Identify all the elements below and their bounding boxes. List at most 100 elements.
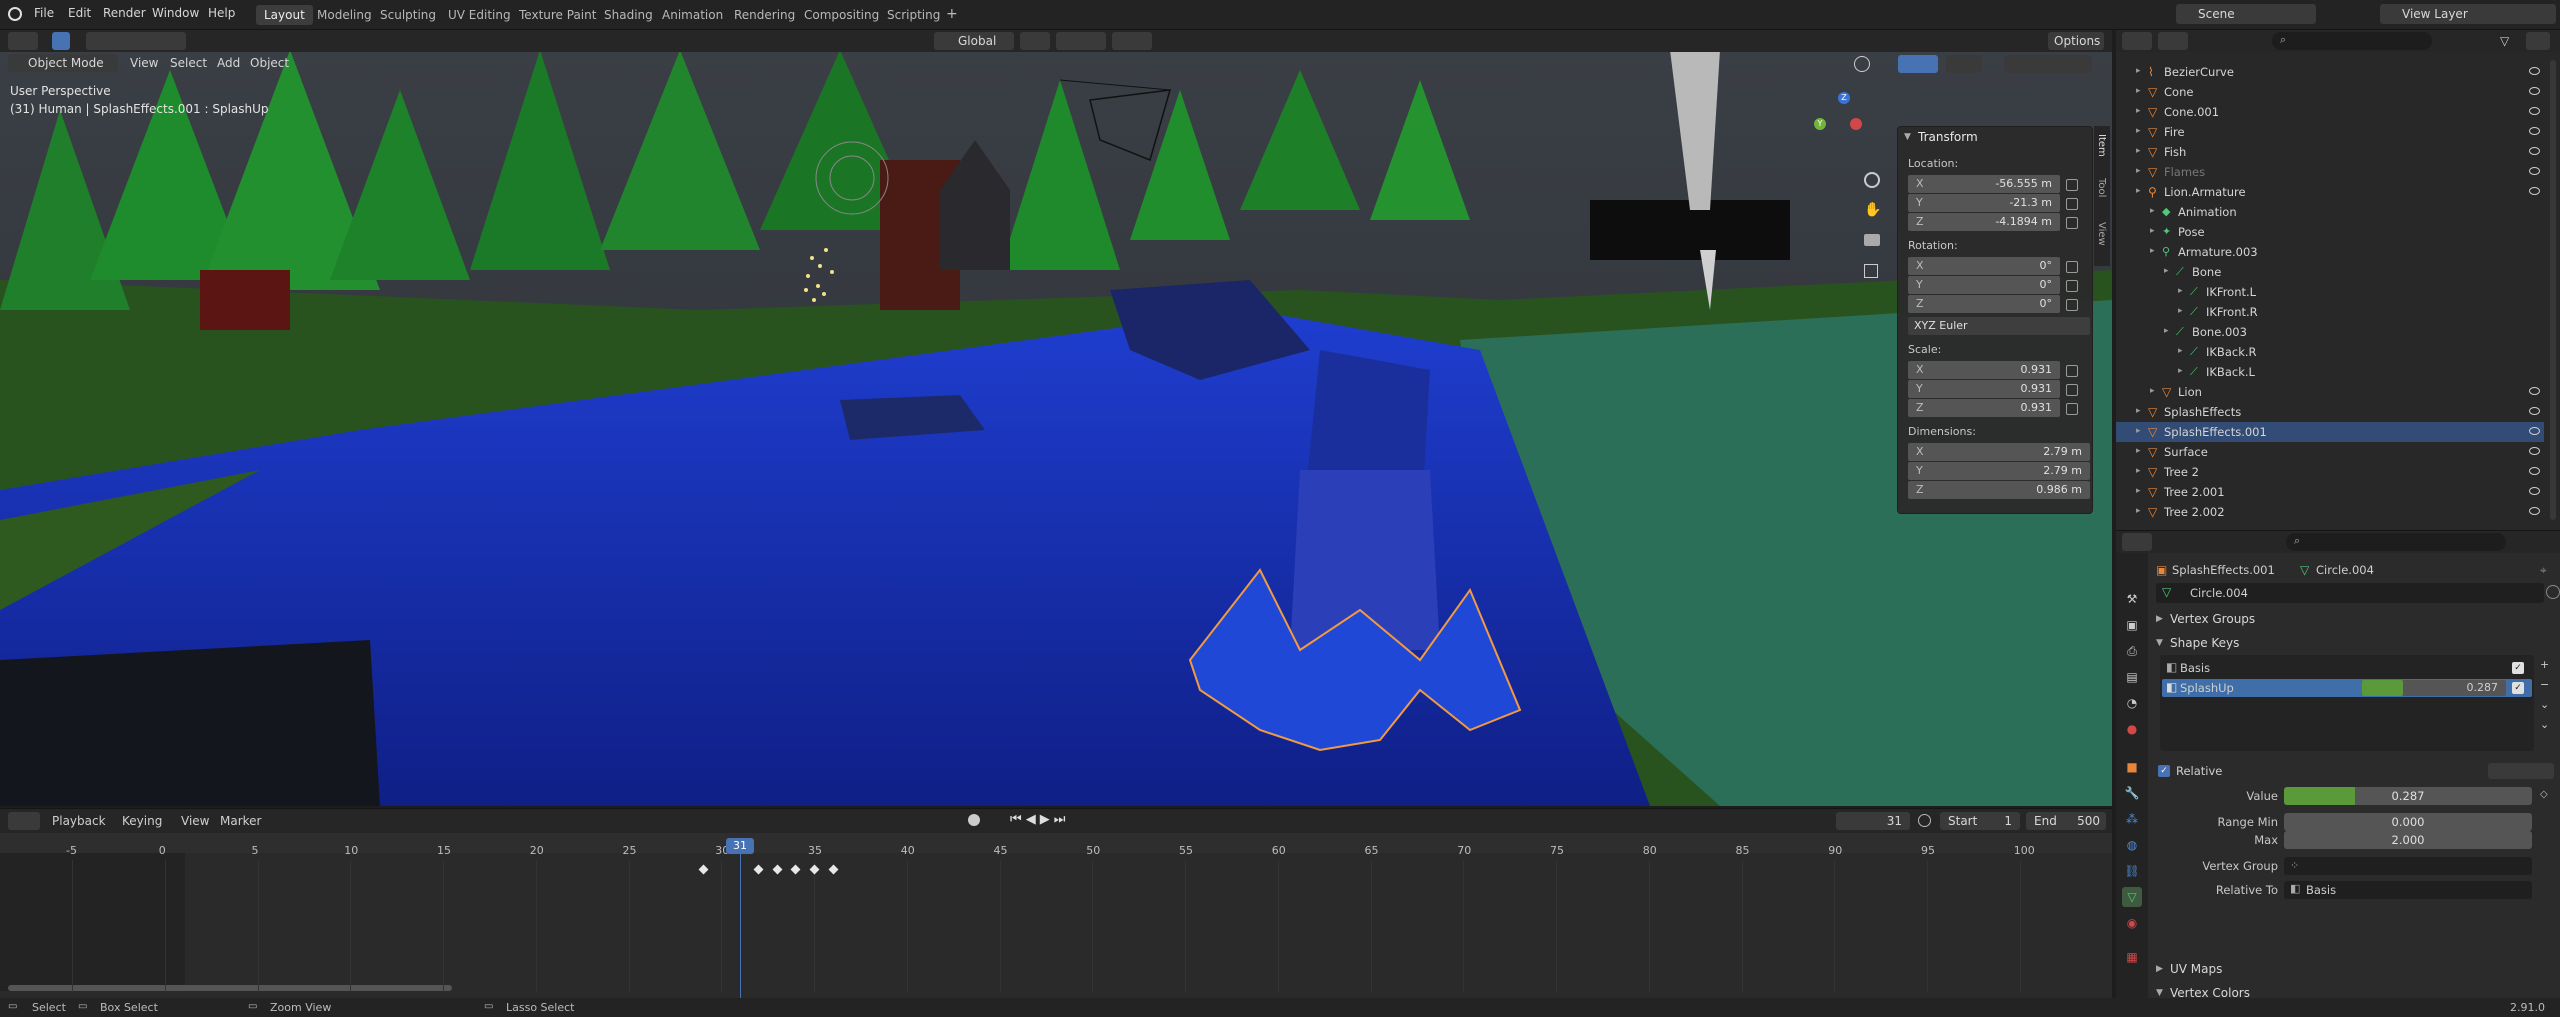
outliner-row[interactable]: ▸ ▽ Tree 2.002: [2116, 502, 2544, 522]
expand-arrow-icon[interactable]: ▸: [2150, 206, 2155, 216]
outliner-row[interactable]: ▸ ▽ Cone.001: [2116, 102, 2544, 122]
dimensions-y-field[interactable]: Y 2.79 m: [1908, 462, 2090, 480]
visibility-eye-icon[interactable]: [2529, 387, 2540, 395]
playback-controls-icon[interactable]: ⏮◀▶⏭: [1010, 812, 1069, 827]
editor-type-button[interactable]: [2122, 533, 2152, 551]
expand-arrow-icon[interactable]: ▸: [2150, 386, 2155, 396]
expand-arrow-icon[interactable]: ▸: [2136, 166, 2141, 176]
gizmo-y-icon[interactable]: Y: [1814, 118, 1826, 130]
tab-view[interactable]: View: [2096, 222, 2107, 246]
editor-type-button[interactable]: [2122, 32, 2152, 50]
filter-icon[interactable]: ▽: [2500, 34, 2514, 48]
location-x-field[interactable]: X -56.555 m: [1908, 175, 2060, 193]
blender-logo-icon[interactable]: [8, 7, 22, 21]
tool-tab-icon[interactable]: ⚒: [2122, 589, 2142, 609]
scale-z-field[interactable]: Z 0.931: [1908, 399, 2060, 417]
mesh-data-tab-icon[interactable]: ▽: [2122, 887, 2142, 907]
lock-icon[interactable]: [2066, 217, 2078, 229]
new-collection-icon[interactable]: [2526, 32, 2550, 50]
expand-arrow-icon[interactable]: ▸: [2136, 86, 2141, 96]
render-tab-icon[interactable]: ▣: [2122, 615, 2142, 635]
menu-object[interactable]: Object: [250, 56, 289, 70]
options-dropdown[interactable]: Options: [2048, 32, 2104, 50]
frame-ruler[interactable]: [0, 833, 2112, 853]
menu-window[interactable]: Window: [152, 6, 199, 20]
outliner-row[interactable]: ▸ ▽ Surface: [2116, 442, 2544, 462]
playhead-frame[interactable]: 31: [726, 838, 754, 854]
outliner-row[interactable]: ▸ ◆ Animation: [2116, 202, 2544, 222]
visibility-eye-icon[interactable]: [2529, 147, 2540, 155]
range-min-field[interactable]: 0.000: [2284, 813, 2532, 831]
editor-type-button[interactable]: [8, 32, 38, 50]
transform-orientation-dropdown[interactable]: Global: [934, 32, 1014, 50]
outliner-row[interactable]: ▸ ▽ Flames: [2116, 162, 2544, 182]
expand-arrow-icon[interactable]: ▸: [2136, 466, 2141, 476]
shape-key-mute-checkbox[interactable]: ✓: [2512, 662, 2524, 674]
shading-mode-buttons[interactable]: [2004, 55, 2092, 73]
expand-arrow-icon[interactable]: ▸: [2136, 146, 2141, 156]
outliner-row[interactable]: ▸ ▽ Tree 2.001: [2116, 482, 2544, 502]
lock-icon[interactable]: [2066, 179, 2078, 191]
clock-icon[interactable]: [1918, 814, 1931, 827]
view-layer-selector[interactable]: View Layer: [2380, 4, 2556, 24]
expand-arrow-icon[interactable]: ▸: [2136, 406, 2141, 416]
snap-icon[interactable]: [1056, 32, 1106, 50]
current-frame-field[interactable]: 31: [1836, 812, 1910, 830]
visibility-icon[interactable]: [1854, 56, 1870, 72]
menu-playback[interactable]: Playback: [52, 814, 106, 828]
rotation-mode-dropdown[interactable]: XYZ Euler: [1908, 317, 2090, 335]
tab-item[interactable]: Item: [2096, 134, 2107, 157]
pin-icon[interactable]: ⌖: [2540, 563, 2547, 578]
scene-selector[interactable]: Scene: [2176, 4, 2316, 24]
section-shape-keys[interactable]: Shape Keys: [2170, 636, 2239, 650]
shape-key-row[interactable]: ◧ Basis ✓: [2162, 659, 2532, 677]
expand-arrow-icon[interactable]: ▸: [2178, 286, 2183, 296]
add-workspace-icon[interactable]: +: [946, 6, 958, 22]
gizmo-x-icon[interactable]: [1850, 118, 1862, 130]
outliner-row[interactable]: ▸ ⚲ Lion.Armature: [2116, 182, 2544, 202]
outliner-row[interactable]: ▸ ▽ SplashEffects: [2116, 402, 2544, 422]
start-frame-field[interactable]: Start 1: [1940, 812, 2020, 830]
mesh-data-selector[interactable]: ▽ Circle.004: [2156, 583, 2544, 603]
menu-edit[interactable]: Edit: [68, 6, 91, 20]
outliner-row[interactable]: ▸ ⟋ IKBack.L: [2116, 362, 2544, 382]
lock-icon[interactable]: [2066, 299, 2078, 311]
visibility-eye-icon[interactable]: [2529, 87, 2540, 95]
zoom-icon[interactable]: [1864, 172, 1880, 188]
expand-arrow-icon[interactable]: ▸: [2136, 506, 2141, 516]
value-slider[interactable]: 0.287: [2284, 787, 2532, 805]
menu-file[interactable]: File: [34, 6, 54, 20]
ortho-grid-icon[interactable]: [1864, 264, 1878, 278]
visibility-eye-icon[interactable]: [2529, 107, 2540, 115]
tab-tool[interactable]: Tool: [2096, 178, 2107, 197]
expand-arrow-icon[interactable]: ▸: [2178, 306, 2183, 316]
camera-view-icon[interactable]: [1864, 234, 1880, 246]
expand-arrow-icon[interactable]: ▸: [2150, 246, 2155, 256]
navigation-gizmo[interactable]: Z Y: [1812, 90, 1872, 150]
expand-arrow-icon[interactable]: ▸: [2136, 106, 2141, 116]
shape-key-mute-checkbox[interactable]: ✓: [2512, 682, 2524, 694]
timeline-editor[interactable]: Playback Keying View Marker ⏮◀▶⏭ 31 Star…: [0, 808, 2112, 998]
expand-arrow-icon[interactable]: ▸: [2178, 346, 2183, 356]
outliner-row[interactable]: ▸ ⌇ BezierCurve: [2116, 62, 2544, 82]
tab-scripting[interactable]: Scripting: [879, 5, 948, 25]
pivot-point-icon[interactable]: [1020, 32, 1050, 50]
gizmo-z-icon[interactable]: Z: [1838, 92, 1850, 104]
display-mode-button[interactable]: [2158, 32, 2188, 50]
rotation-y-field[interactable]: Y 0°: [1908, 276, 2060, 294]
relative-checkbox[interactable]: ✓: [2158, 765, 2170, 777]
overlay-toggle-icon[interactable]: [1946, 55, 1982, 73]
dimensions-x-field[interactable]: X 2.79 m: [1908, 443, 2090, 461]
shape-key-list-buttons[interactable]: + − ⌄ ⌄: [2540, 655, 2554, 735]
dimensions-z-field[interactable]: Z 0.986 m: [1908, 481, 2090, 499]
chevron-down-icon[interactable]: ▼: [1904, 132, 1911, 142]
tab-modeling[interactable]: Modeling: [309, 5, 380, 25]
scale-y-field[interactable]: Y 0.931: [1908, 380, 2060, 398]
expand-arrow-icon[interactable]: ▸: [2136, 486, 2141, 496]
keyframe-dot-icon[interactable]: ◇: [2540, 789, 2548, 800]
scene-tab-icon[interactable]: ◔: [2122, 693, 2142, 713]
expand-arrow-icon[interactable]: ▸: [2136, 126, 2141, 136]
timeline-scrollbar[interactable]: [8, 985, 452, 991]
menu-keying[interactable]: Keying: [122, 814, 162, 828]
particles-tab-icon[interactable]: ⁂: [2122, 809, 2142, 829]
